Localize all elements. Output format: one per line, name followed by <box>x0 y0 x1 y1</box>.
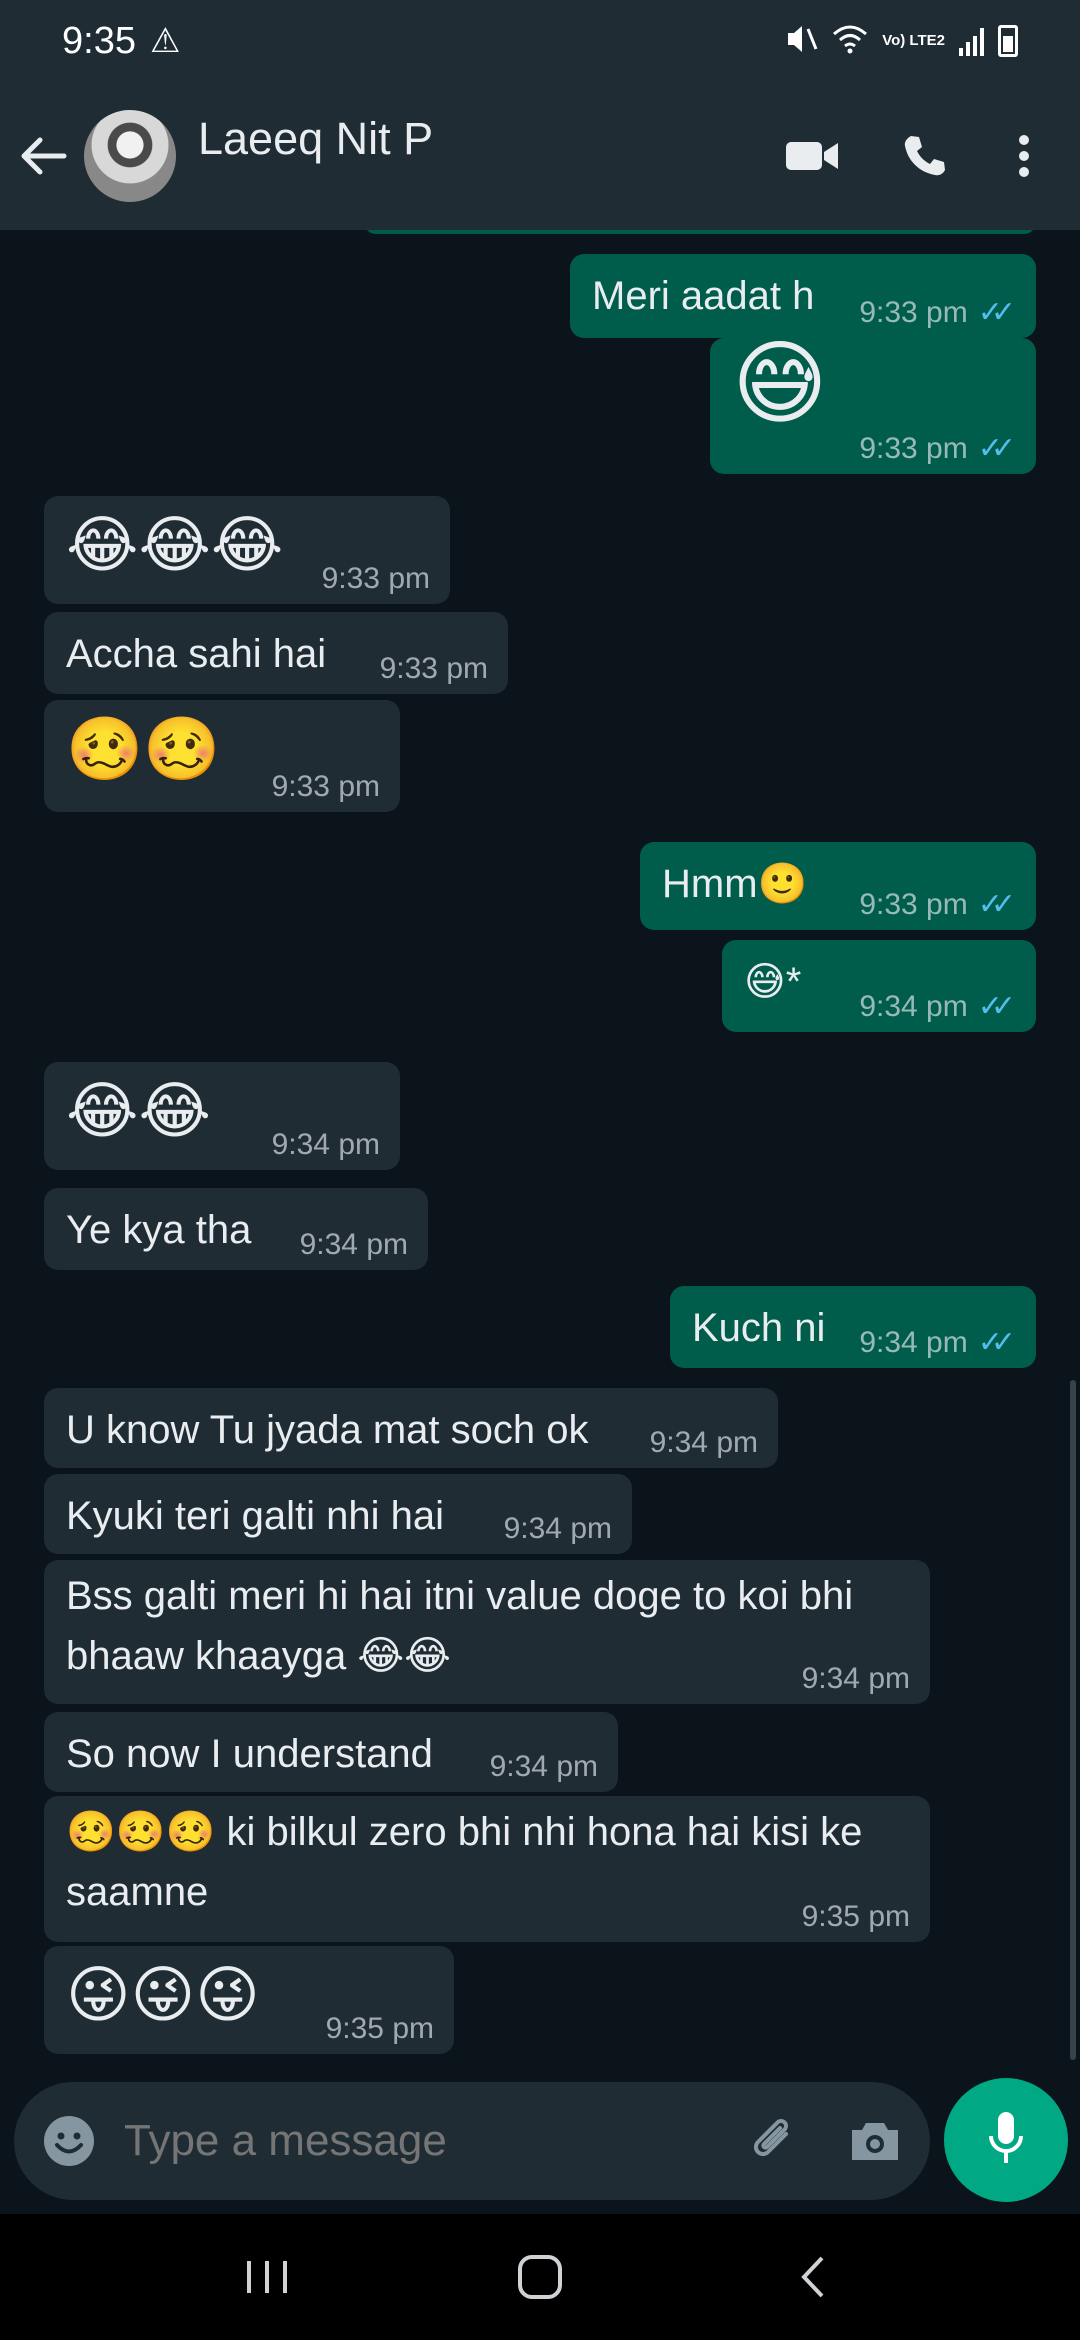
message-time: 9:33 pm <box>859 295 968 329</box>
warning-triangle-icon: ⚠ <box>149 22 181 60</box>
network-label: Vo) LTE2 <box>882 32 945 49</box>
read-ticks-icon: ✓✓ <box>977 296 1016 329</box>
message-time: 9:34 pm <box>649 1426 758 1459</box>
message-text: So now I understand <box>66 1732 433 1776</box>
signal-icon <box>959 26 984 56</box>
attach-icon[interactable] <box>730 2082 820 2200</box>
emoji-icon[interactable] <box>14 2082 124 2200</box>
message-bubble[interactable]: 🥴🥴🥴 ki bilkul zero bhi nhi hona hai kisi… <box>44 1796 930 1942</box>
message-text: 😜😜😜 <box>66 1961 260 2030</box>
message-text: Accha sahi hai <box>66 632 327 676</box>
message-time: 9:34 pm <box>503 1512 612 1545</box>
message-bubble[interactable]: U know Tu jyada mat soch ok 9:34 pm <box>44 1388 778 1468</box>
message-time: 9:34 pm <box>489 1750 598 1783</box>
message-time: 9:34 pm <box>299 1228 408 1261</box>
message-time: 9:34 pm <box>859 989 968 1023</box>
status-bar: 9:35 ⚠ Vo) LTE2 <box>0 0 1080 82</box>
message-bubble[interactable]: 😅 9:33 pm ✓✓ <box>710 338 1036 474</box>
avatar[interactable] <box>84 110 176 202</box>
message-bubble[interactable]: Hmm🙂 9:33 pm ✓✓ <box>640 842 1036 930</box>
message-bubble[interactable]: 😜😜😜 9:35 pm <box>44 1946 454 2054</box>
message-text: 😂😂😂 <box>66 511 284 580</box>
message-time: 9:33 pm <box>321 562 430 595</box>
message-text: Kuch ni <box>692 1306 826 1350</box>
contact-name[interactable]: Laeeq Nit P <box>198 113 433 165</box>
chat-header: Laeeq Nit P <box>0 82 1080 230</box>
microphone-icon <box>986 2110 1026 2171</box>
message-composer <box>14 2082 930 2200</box>
message-text: 😅* <box>744 960 802 1004</box>
message-time: 9:33 pm <box>271 770 380 803</box>
message-text: Hmm🙂 <box>662 862 808 906</box>
message-bubble[interactable] <box>364 230 1036 234</box>
message-time: 9:35 pm <box>801 1900 910 1933</box>
message-text: Ye kya tha <box>66 1208 252 1252</box>
message-time: 9:33 pm <box>379 652 488 685</box>
back-nav-icon[interactable] <box>753 2227 873 2327</box>
message-time: 9:33 pm <box>859 431 968 465</box>
video-call-icon[interactable] <box>762 106 862 206</box>
system-nav-bar <box>0 2214 1080 2340</box>
message-time: 9:33 pm <box>859 887 968 921</box>
chat-area[interactable]: Meri aadat h 9:33 pm ✓✓ 😅 9:33 pm ✓✓ 😂😂😂 9… <box>0 230 1080 2074</box>
message-text: Kyuki teri galti nhi hai <box>66 1494 444 1538</box>
message-text: 😅 <box>732 333 828 435</box>
message-time: 9:35 pm <box>325 2012 434 2045</box>
home-icon[interactable] <box>480 2227 600 2327</box>
message-bubble[interactable]: 😂😂 9:34 pm <box>44 1062 400 1170</box>
message-bubble[interactable]: Ye kya tha 9:34 pm <box>44 1188 428 1270</box>
message-input[interactable] <box>124 2116 730 2166</box>
more-options-icon[interactable] <box>974 106 1074 206</box>
voice-call-icon[interactable] <box>874 106 974 206</box>
read-ticks-icon: ✓✓ <box>977 432 1016 465</box>
message-bubble[interactable]: Kuch ni 9:34 pm ✓✓ <box>670 1286 1036 1368</box>
message-text: 🥴🥴 <box>66 715 221 784</box>
message-text: Bss galti meri hi hai itni value doge to… <box>66 1574 854 1678</box>
read-ticks-icon: ✓✓ <box>977 1326 1016 1359</box>
message-bubble[interactable]: Accha sahi hai 9:33 pm <box>44 612 508 694</box>
message-time: 9:34 pm <box>271 1128 380 1161</box>
message-text: Meri aadat h <box>592 274 815 318</box>
mic-button[interactable] <box>944 2078 1068 2202</box>
message-time: 9:34 pm <box>801 1662 910 1695</box>
message-text: 🥴🥴🥴 ki bilkul zero bhi nhi hona hai kisi… <box>66 1810 863 1914</box>
camera-icon[interactable] <box>820 2082 930 2200</box>
back-arrow-icon[interactable] <box>4 116 84 196</box>
message-bubble[interactable]: 🥴🥴 9:33 pm <box>44 700 400 812</box>
recent-apps-icon[interactable] <box>207 2227 327 2327</box>
message-bubble[interactable]: Meri aadat h 9:33 pm ✓✓ <box>570 254 1036 338</box>
message-text: 😂😂 <box>66 1077 211 1146</box>
message-bubble[interactable]: So now I understand 9:34 pm <box>44 1712 618 1792</box>
message-bubble[interactable]: Bss galti meri hi hai itni value doge to… <box>44 1560 930 1704</box>
status-icons: Vo) LTE2 <box>784 23 1018 60</box>
message-bubble[interactable]: 😅* 9:34 pm ✓✓ <box>722 940 1036 1032</box>
scrollbar[interactable] <box>1070 1380 1076 2060</box>
read-ticks-icon: ✓✓ <box>977 888 1016 921</box>
wifi-icon <box>832 24 868 59</box>
battery-icon <box>998 25 1018 57</box>
message-bubble[interactable]: Kyuki teri galti nhi hai 9:34 pm <box>44 1474 632 1554</box>
status-time: 9:35 <box>62 19 136 62</box>
mute-icon <box>784 23 818 60</box>
message-time: 9:34 pm <box>859 1325 968 1359</box>
read-ticks-icon: ✓✓ <box>977 990 1016 1023</box>
message-text: U know Tu jyada mat soch ok <box>66 1408 589 1452</box>
message-bubble[interactable]: 😂😂😂 9:33 pm <box>44 496 450 604</box>
